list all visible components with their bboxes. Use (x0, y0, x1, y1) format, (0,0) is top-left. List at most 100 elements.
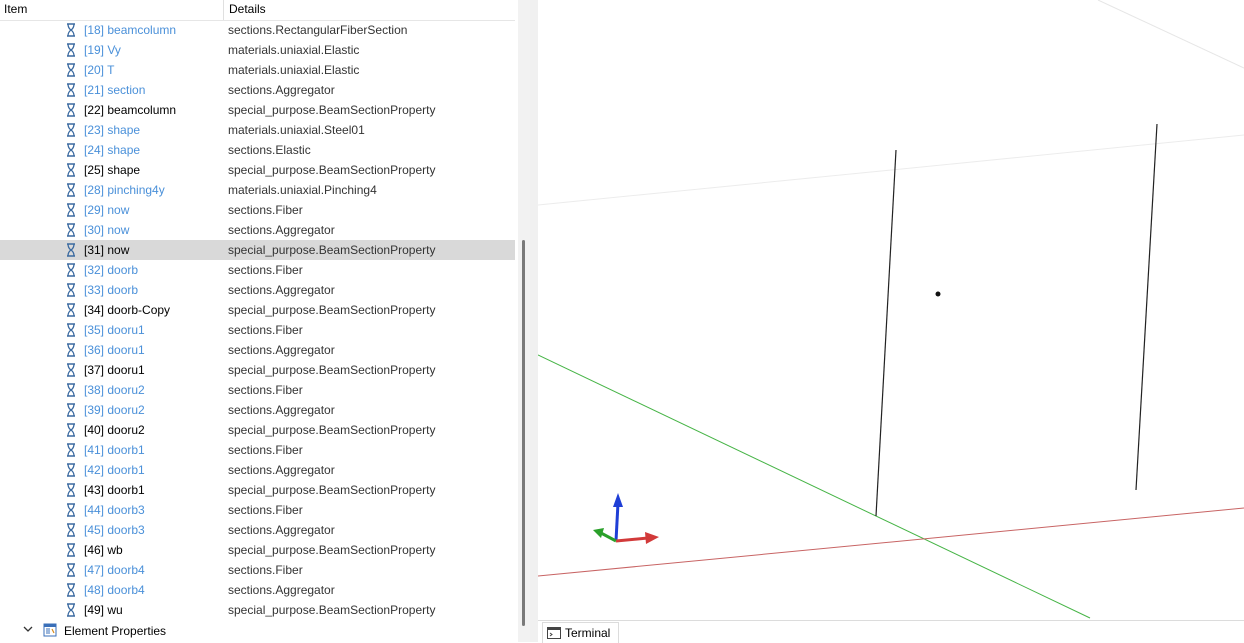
tree-row[interactable]: [47] doorb4 sections.Fiber (0, 560, 515, 580)
tree-item-element-properties[interactable]: Element Properties (0, 620, 515, 640)
tree-row-details: sections.Fiber (228, 383, 303, 397)
panel-splitter[interactable] (530, 0, 538, 642)
column-element[interactable] (1135, 123, 1158, 491)
tree-row-details: special_purpose.BeamSectionProperty (228, 243, 436, 257)
tree-row-name: [33] doorb (84, 283, 139, 297)
tree-row[interactable]: [42] doorb1 sections.Aggregator (0, 460, 515, 480)
tree-row[interactable]: [39] dooru2 sections.Aggregator (0, 400, 515, 420)
tab-terminal[interactable]: Terminal (542, 622, 620, 643)
tree-row-details: sections.Elastic (228, 143, 311, 157)
column-header-item[interactable]: Item (4, 0, 27, 20)
hourglass-icon (67, 63, 75, 77)
terminal-icon (547, 627, 561, 639)
tree-row[interactable]: [30] now sections.Aggregator (0, 220, 515, 240)
tree-row-details: sections.Fiber (228, 203, 303, 217)
axis-triad-icon (593, 493, 659, 544)
tree-row-name: [24] shape (84, 143, 141, 157)
hourglass-icon (67, 83, 75, 97)
column-element[interactable] (875, 149, 897, 517)
hourglass-icon (67, 323, 75, 337)
tree-row[interactable]: [20] T materials.uniaxial.Elastic (0, 60, 515, 80)
tree-row-name: [19] Vy (84, 43, 121, 57)
node-point[interactable] (935, 291, 941, 297)
tree-row-name: [47] doorb4 (84, 563, 145, 577)
tree-row[interactable]: [41] doorb1 sections.Fiber (0, 440, 515, 460)
model-canvas[interactable] (538, 0, 1244, 620)
tree-row-name: [36] dooru1 (84, 343, 145, 357)
tree-row-details: sections.Fiber (228, 563, 303, 577)
hourglass-icon (67, 423, 75, 437)
tree-row[interactable]: [46] wb special_purpose.BeamSectionProper… (0, 540, 515, 560)
tree-row[interactable]: [21] section sections.Aggregator (0, 80, 515, 100)
hourglass-icon (67, 303, 75, 317)
tree-row[interactable]: [25] shape special_purpose.BeamSectionPro… (0, 160, 515, 180)
tree-row[interactable]: [22] beamcolumn special_purpose.BeamSecti… (0, 100, 515, 120)
tree-row[interactable]: [34] doorb-Copy special_purpose.BeamSecti… (0, 300, 515, 320)
scrollbar-thumb[interactable] (522, 240, 525, 626)
tree-row-details: special_purpose.BeamSectionProperty (228, 103, 436, 117)
tree-row[interactable]: [31] now special_purpose.BeamSectionPrope… (0, 240, 515, 260)
chevron-down-icon[interactable] (22, 623, 34, 635)
tree-row-name: [21] section (84, 83, 146, 97)
hourglass-icon (67, 143, 75, 157)
tree-row[interactable]: [32] doorb sections.Fiber (0, 260, 515, 280)
tree-row-details: sections.Aggregator (228, 283, 335, 297)
tree-row[interactable]: [36] dooru1 sections.Aggregator (0, 340, 515, 360)
tree-row-details: special_purpose.BeamSectionProperty (228, 483, 436, 497)
hourglass-icon (67, 363, 75, 377)
tree-row[interactable]: [40] dooru2 special_purpose.BeamSectionPr… (0, 420, 515, 440)
tree-row-details: special_purpose.BeamSectionProperty (228, 303, 436, 317)
column-header-details[interactable]: Details (229, 0, 266, 20)
tree-row[interactable]: [37] dooru1 special_purpose.BeamSectionPr… (0, 360, 515, 380)
tree-row-name: [38] dooru2 (84, 383, 145, 397)
tree-row[interactable]: [29] now sections.Fiber (0, 200, 515, 220)
tree-row-details: materials.uniaxial.Elastic (228, 63, 360, 77)
tree-row[interactable]: [33] doorb sections.Aggregator (0, 280, 515, 300)
tree-row[interactable]: [45] doorb3 sections.Aggregator (0, 520, 515, 540)
tree-row-details: sections.Fiber (228, 263, 303, 277)
column-divider[interactable] (223, 0, 224, 20)
hourglass-icon (67, 443, 75, 457)
tree-row-details: sections.Aggregator (228, 463, 335, 477)
tree-row-name: [41] doorb1 (84, 443, 145, 457)
tree-row[interactable]: [35] dooru1 sections.Fiber (0, 320, 515, 340)
tree-row[interactable]: [19] Vy materials.uniaxial.Elastic (0, 40, 515, 60)
element-properties-label: Element Properties (64, 624, 167, 638)
tree-row-details: materials.uniaxial.Pinching4 (228, 183, 377, 197)
hourglass-icon (67, 123, 75, 137)
hourglass-icon (67, 43, 75, 57)
hourglass-icon (67, 603, 75, 617)
tree-row-name: [29] now (84, 203, 130, 217)
grid-line (1097, 0, 1244, 69)
hourglass-icon (67, 523, 75, 537)
tree-row-details: sections.Fiber (228, 323, 303, 337)
tree-row-name: [39] dooru2 (84, 403, 145, 417)
tree-row[interactable]: [44] doorb3 sections.Fiber (0, 500, 515, 520)
tree-row[interactable]: [23] shape materials.uniaxial.Steel01 (0, 120, 515, 140)
tree-row-name: [43] doorb1 (84, 483, 145, 497)
tree-row[interactable]: [18] beamcolumn sections.RectangularFiber… (0, 20, 515, 40)
tree-row-name: [46] wb (84, 543, 123, 557)
tree-row-details: materials.uniaxial.Elastic (228, 43, 360, 57)
3d-viewport[interactable] (538, 0, 1244, 620)
tree-row[interactable]: [38] dooru2 sections.Fiber (0, 380, 515, 400)
tree-row[interactable]: [49] wu special_purpose.BeamSectionProper… (0, 600, 515, 620)
grid-line (538, 134, 1244, 206)
tree-row[interactable]: [28] pinching4y materials.uniaxial.Pinchi… (0, 180, 515, 200)
tree-vertical-scrollbar[interactable] (518, 0, 530, 642)
tree-row-name: [30] now (84, 223, 130, 237)
tree-row-details: sections.Fiber (228, 503, 303, 517)
tree-row[interactable]: [43] doorb1 special_purpose.BeamSectionPr… (0, 480, 515, 500)
tree-row-details: special_purpose.BeamSectionProperty (228, 543, 436, 557)
tree-row-name: [22] beamcolumn (84, 103, 177, 117)
tree-row-details: sections.Aggregator (228, 83, 335, 97)
tree-row-details: special_purpose.BeamSectionProperty (228, 363, 436, 377)
tree-row-name: [18] beamcolumn (84, 23, 177, 37)
tree-row-name: [49] wu (84, 603, 123, 617)
tree-row-name: [37] dooru1 (84, 363, 145, 377)
hourglass-icon (67, 203, 75, 217)
tree-row[interactable]: [48] doorb4 sections.Aggregator (0, 580, 515, 600)
tree-row-details: special_purpose.BeamSectionProperty (228, 603, 436, 617)
tree-row[interactable]: [24] shape sections.Elastic (0, 140, 515, 160)
tree-row-details: sections.RectangularFiberSection (228, 23, 408, 37)
